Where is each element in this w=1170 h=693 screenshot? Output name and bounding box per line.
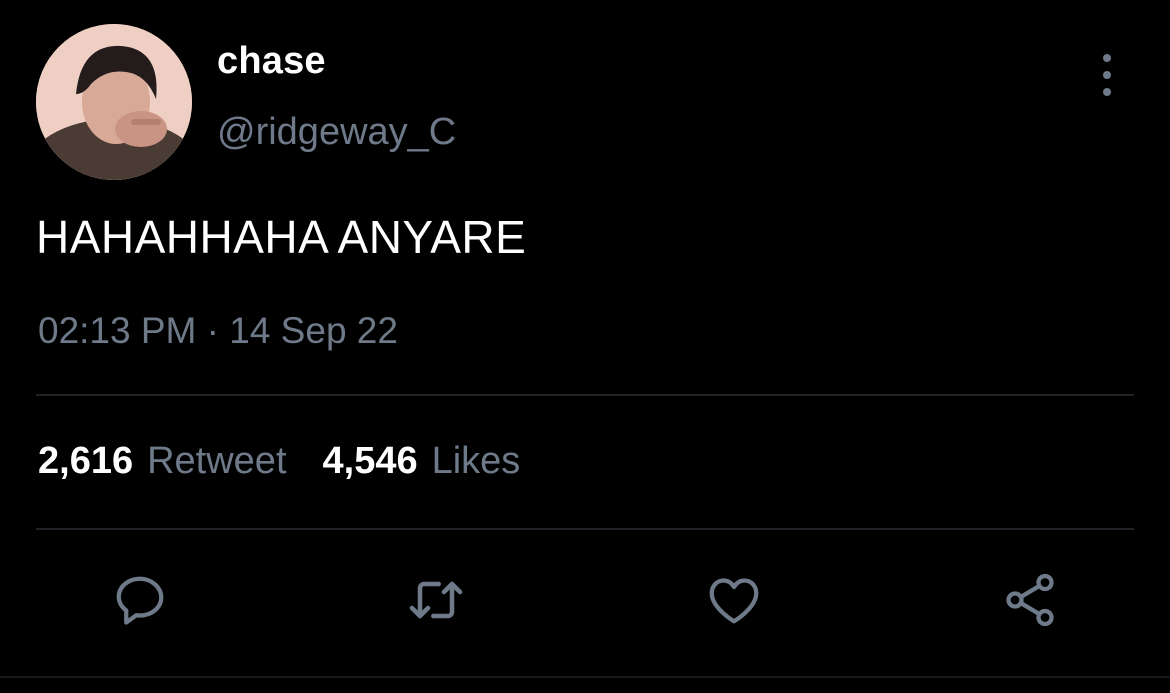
- retweet-arrows-icon: [409, 581, 463, 619]
- display-name[interactable]: chase: [217, 40, 326, 83]
- divider: [36, 528, 1134, 530]
- share-button[interactable]: [998, 568, 1062, 632]
- retweets-label: Retweet: [147, 440, 287, 482]
- like-button[interactable]: [702, 568, 766, 632]
- share-nodes-icon: [1006, 573, 1054, 627]
- retweets-stat[interactable]: 2,616 Retweet: [38, 440, 287, 482]
- likes-stat[interactable]: 4,546 Likes: [323, 440, 521, 482]
- reply-bubble-icon: [116, 576, 164, 625]
- user-handle[interactable]: @ridgeway_C: [217, 111, 456, 154]
- avatar[interactable]: [36, 24, 192, 180]
- tweet-text: HAHAHHAHA ANYARE: [36, 211, 527, 263]
- likes-label: Likes: [431, 440, 521, 482]
- heart-icon: [709, 578, 759, 624]
- tweet-timestamp[interactable]: 02:13 PM · 14 Sep 22: [38, 310, 398, 352]
- divider: [36, 394, 1134, 396]
- more-dot-icon: [1103, 71, 1111, 79]
- avatar-image: [36, 24, 192, 180]
- retweet-button[interactable]: [404, 568, 468, 632]
- more-dot-icon: [1103, 54, 1111, 62]
- retweets-count: 2,616: [38, 440, 134, 482]
- tweet-card: chase @ridgeway_C HAHAHHAHA ANYARE 02:13…: [0, 0, 1170, 693]
- more-dot-icon: [1103, 88, 1111, 96]
- more-options-button[interactable]: [1090, 54, 1124, 96]
- engagement-stats: 2,616 Retweet 4,546 Likes: [38, 440, 520, 483]
- bottom-divider: [0, 676, 1170, 678]
- reply-button[interactable]: [108, 568, 172, 632]
- likes-count: 4,546: [322, 440, 418, 482]
